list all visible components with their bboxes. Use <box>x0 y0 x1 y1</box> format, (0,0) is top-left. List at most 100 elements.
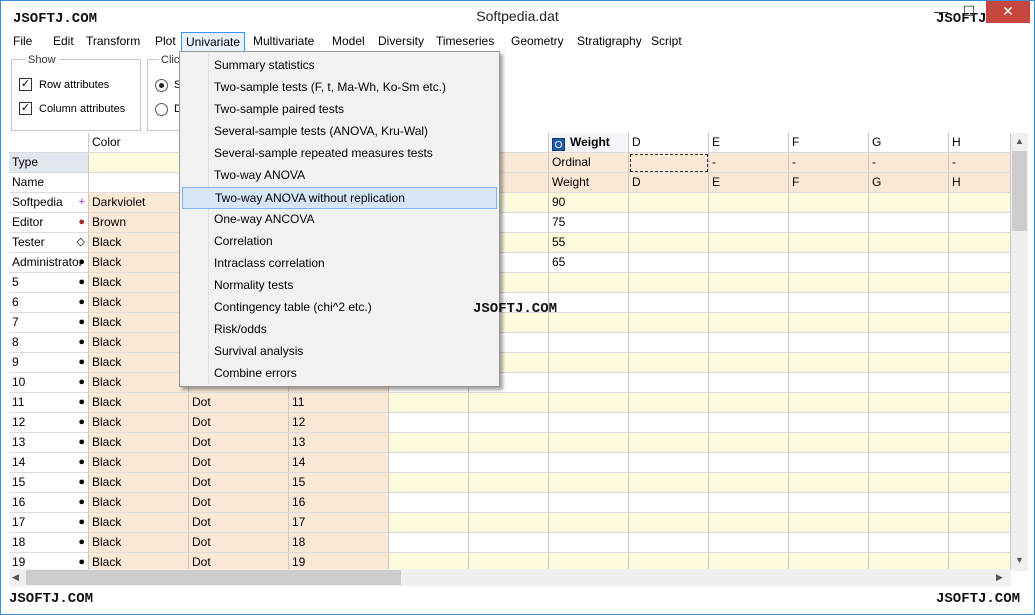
number-cell[interactable]: 17 <box>289 513 389 533</box>
color-cell[interactable]: Black <box>89 393 189 413</box>
name-cell[interactable]: Weight <box>549 173 629 193</box>
menu-edit[interactable]: Edit <box>49 32 78 52</box>
data-cell[interactable] <box>389 473 469 493</box>
color-cell[interactable]: Black <box>89 413 189 433</box>
data-cell[interactable] <box>949 413 1011 433</box>
row-attributes-checkbox[interactable]: ✓ <box>19 78 32 91</box>
data-cell[interactable] <box>709 193 789 213</box>
color-cell[interactable]: Black <box>89 313 189 333</box>
data-cell[interactable] <box>949 513 1011 533</box>
data-cell[interactable] <box>629 333 709 353</box>
shape-cell[interactable]: Dot <box>189 533 289 553</box>
data-cell[interactable] <box>709 493 789 513</box>
univariate-menu-item[interactable]: Combine errors <box>182 363 497 385</box>
name-cell[interactable]: E <box>709 173 789 193</box>
data-cell[interactable] <box>789 333 869 353</box>
data-cell[interactable] <box>709 513 789 533</box>
data-cell[interactable] <box>709 453 789 473</box>
color-cell[interactable]: Black <box>89 333 189 353</box>
type-cell[interactable] <box>89 153 189 173</box>
horizontal-scroll-thumb[interactable] <box>26 570 401 585</box>
data-cell[interactable] <box>709 293 789 313</box>
data-cell[interactable] <box>629 393 709 413</box>
color-cell[interactable]: Black <box>89 233 189 253</box>
data-cell[interactable] <box>549 293 629 313</box>
data-cell[interactable] <box>709 393 789 413</box>
column-attributes-option[interactable]: ✓ Column attributes <box>19 102 125 115</box>
shape-cell[interactable]: Dot <box>189 473 289 493</box>
data-cell[interactable] <box>949 433 1011 453</box>
data-cell[interactable] <box>549 493 629 513</box>
color-cell[interactable]: Darkviolet <box>89 193 189 213</box>
data-cell[interactable] <box>949 313 1011 333</box>
data-cell[interactable] <box>869 333 949 353</box>
column-header[interactable]: H <box>949 133 1011 153</box>
data-cell[interactable] <box>549 453 629 473</box>
data-cell[interactable] <box>629 253 709 273</box>
menu-univariate[interactable]: Univariate <box>181 32 246 52</box>
univariate-menu-item[interactable]: Two-sample paired tests <box>182 99 497 121</box>
minimize-button[interactable]: — <box>928 1 954 23</box>
data-cell[interactable] <box>789 493 869 513</box>
data-grid[interactable]: ColorOWeightDEFGHTypeOrdinal----NamentWe… <box>9 133 1011 571</box>
data-cell[interactable] <box>709 373 789 393</box>
data-cell[interactable] <box>629 233 709 253</box>
data-cell[interactable]: 65 <box>549 253 629 273</box>
data-cell[interactable] <box>869 293 949 313</box>
univariate-menu-item[interactable]: Two-way ANOVA <box>182 165 497 187</box>
number-cell[interactable]: 13 <box>289 433 389 453</box>
column-header[interactable]: F <box>789 133 869 153</box>
data-cell[interactable] <box>629 373 709 393</box>
data-cell[interactable] <box>549 353 629 373</box>
data-cell[interactable] <box>389 453 469 473</box>
column-header[interactable]: G <box>869 133 949 153</box>
menu-script[interactable]: Script <box>647 32 686 52</box>
data-cell[interactable] <box>949 293 1011 313</box>
data-cell[interactable] <box>629 433 709 453</box>
data-cell[interactable] <box>709 413 789 433</box>
data-cell[interactable] <box>549 413 629 433</box>
data-cell[interactable] <box>869 473 949 493</box>
number-cell[interactable]: 18 <box>289 533 389 553</box>
data-cell[interactable] <box>869 253 949 273</box>
data-cell[interactable] <box>629 413 709 433</box>
scroll-left-icon[interactable]: ◀ <box>12 572 19 583</box>
data-cell[interactable] <box>789 413 869 433</box>
univariate-menu-item[interactable]: Intraclass correlation <box>182 253 497 275</box>
data-cell[interactable] <box>949 213 1011 233</box>
data-cell[interactable] <box>869 233 949 253</box>
color-cell[interactable]: Black <box>89 253 189 273</box>
data-cell[interactable] <box>869 393 949 413</box>
type-cell[interactable]: - <box>789 153 869 173</box>
color-cell[interactable]: Black <box>89 293 189 313</box>
data-cell[interactable] <box>869 493 949 513</box>
menu-diversity[interactable]: Diversity <box>374 32 428 52</box>
data-cell[interactable] <box>469 493 549 513</box>
shape-cell[interactable]: Dot <box>189 453 289 473</box>
data-cell[interactable] <box>789 293 869 313</box>
color-cell[interactable]: Black <box>89 453 189 473</box>
click-radio-1[interactable] <box>155 79 168 92</box>
data-cell[interactable] <box>949 333 1011 353</box>
data-cell[interactable] <box>789 193 869 213</box>
univariate-menu-item[interactable]: Several-sample tests (ANOVA, Kru-Wal) <box>182 121 497 143</box>
data-cell[interactable] <box>949 253 1011 273</box>
data-cell[interactable] <box>869 453 949 473</box>
data-cell[interactable] <box>389 493 469 513</box>
type-cell[interactable]: - <box>869 153 949 173</box>
data-cell[interactable] <box>789 273 869 293</box>
data-cell[interactable] <box>789 513 869 533</box>
data-cell[interactable] <box>789 313 869 333</box>
data-cell[interactable] <box>789 433 869 453</box>
data-cell[interactable] <box>389 513 469 533</box>
univariate-menu-item[interactable]: Summary statistics <box>182 55 497 77</box>
data-cell[interactable] <box>629 193 709 213</box>
scroll-right-icon[interactable]: ▶ <box>996 572 1003 583</box>
data-cell[interactable] <box>869 193 949 213</box>
data-cell[interactable] <box>469 433 549 453</box>
data-cell[interactable] <box>629 493 709 513</box>
type-cell[interactable]: - <box>709 153 789 173</box>
color-cell[interactable]: Black <box>89 533 189 553</box>
data-cell[interactable] <box>949 233 1011 253</box>
data-cell[interactable] <box>629 353 709 373</box>
